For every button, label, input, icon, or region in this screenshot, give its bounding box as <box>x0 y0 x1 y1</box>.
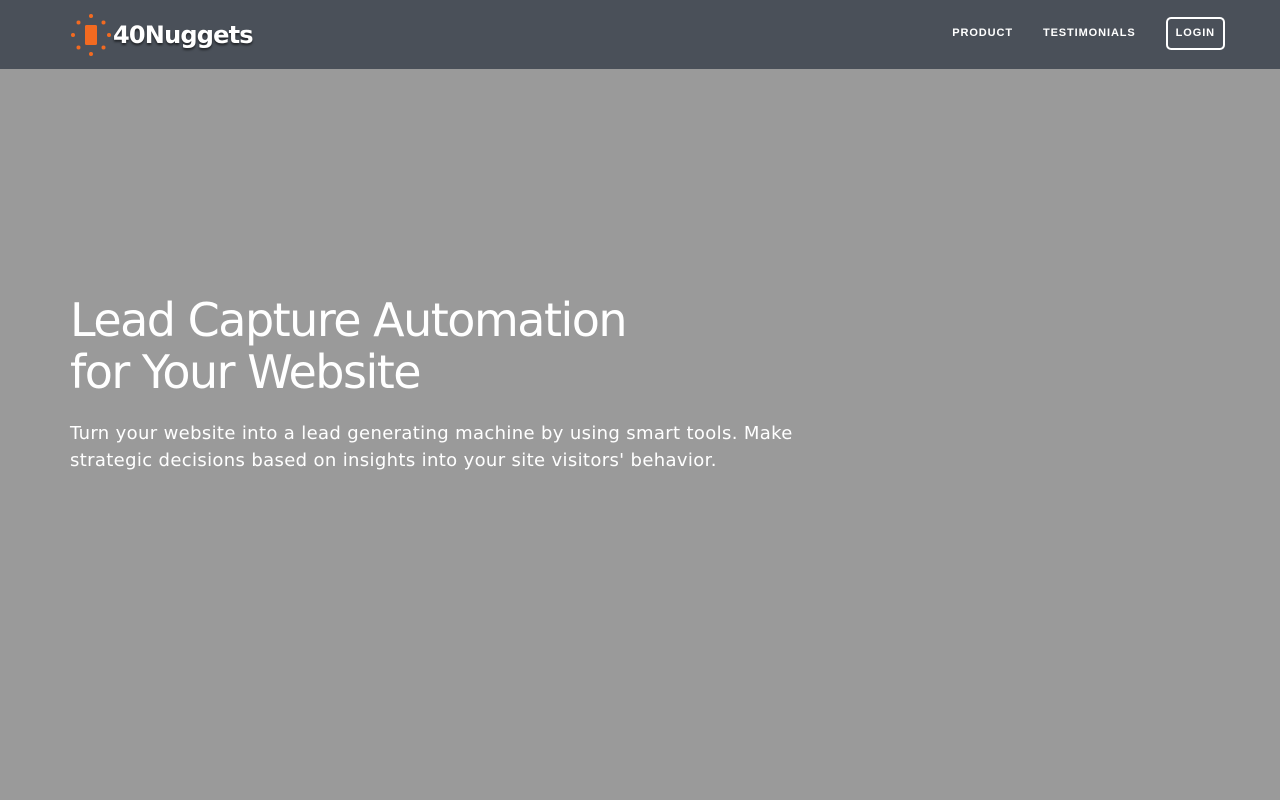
hero-title-line-1: Lead Capture Automation <box>70 293 628 347</box>
hero-section: Lead Capture Automation for Your Website… <box>70 294 850 474</box>
nav-link-testimonials[interactable]: TESTIMONIALS <box>1043 17 1136 50</box>
hero-subtitle: Turn your website into a lead generating… <box>70 423 793 471</box>
hero-title: Lead Capture Automation for Your Website <box>70 294 850 398</box>
hero-title-line-2: for Your Website <box>70 345 422 399</box>
brand-name: 40Nuggets <box>113 21 254 49</box>
brand-logo[interactable]: 40Nuggets <box>70 12 254 58</box>
nav-link-product[interactable]: PRODUCT <box>952 17 1013 50</box>
top-navbar: 40Nuggets PRODUCT TESTIMONIALS LOGIN <box>0 0 1280 69</box>
nugget-sun-icon <box>71 14 111 56</box>
main-nav: PRODUCT TESTIMONIALS LOGIN <box>922 17 1225 50</box>
login-button[interactable]: LOGIN <box>1165 17 1225 50</box>
